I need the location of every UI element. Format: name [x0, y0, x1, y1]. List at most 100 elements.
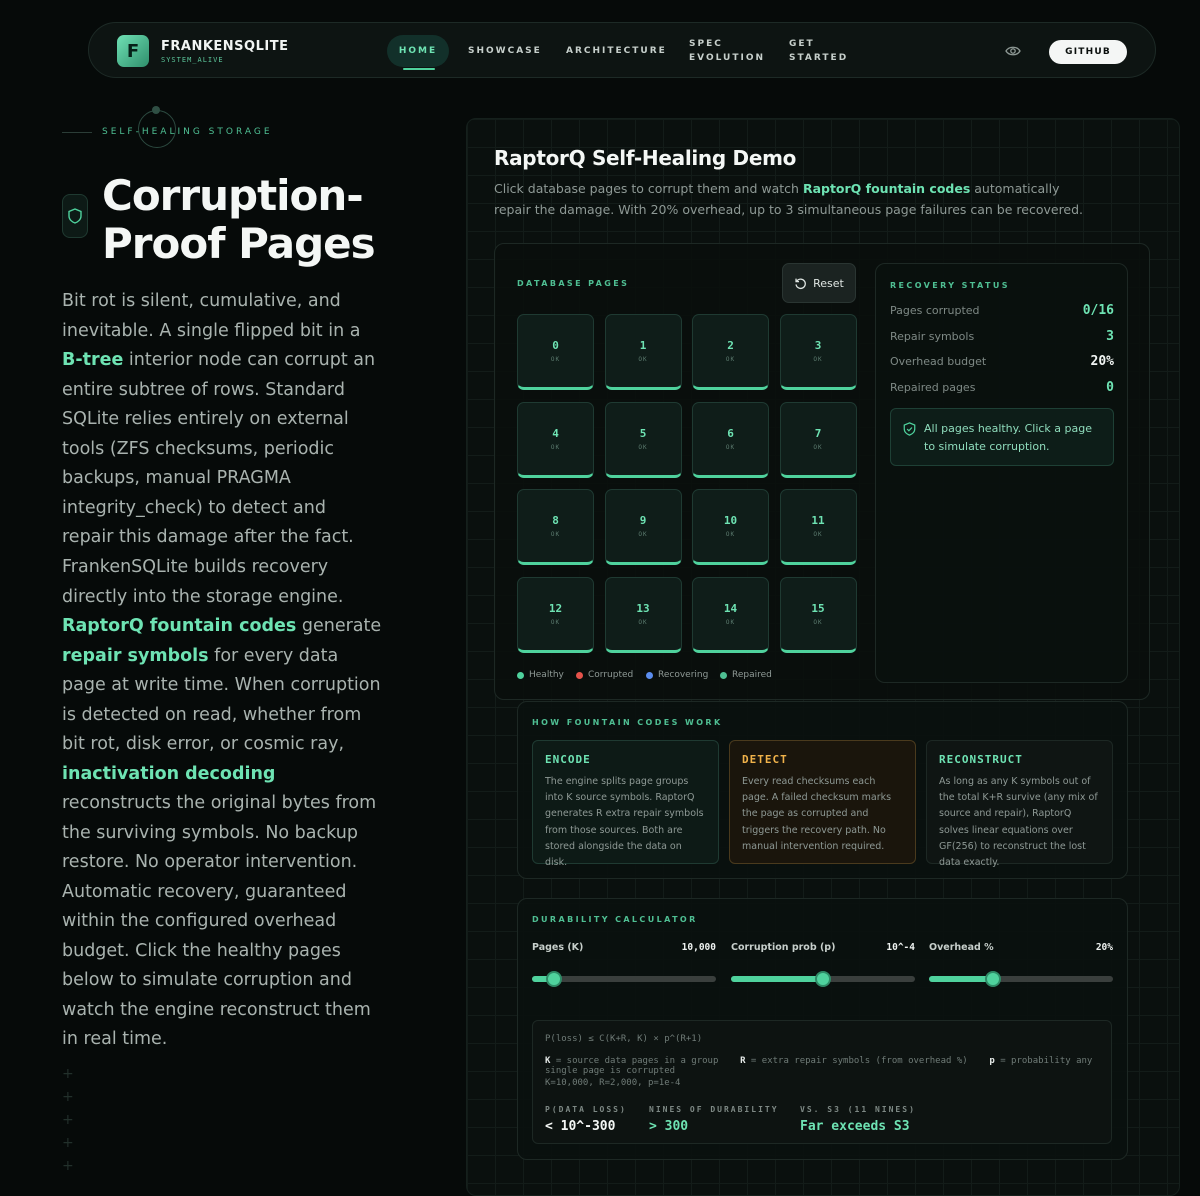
page-number: 11 [811, 514, 825, 527]
nav-home[interactable]: HOME [387, 35, 449, 67]
slider-thumb[interactable] [546, 971, 563, 987]
nav-spec-evolution[interactable]: SPEC EVOLUTION [689, 37, 769, 65]
demo-desc-text: Click database pages to corrupt them and… [494, 181, 803, 196]
formula-params: K=10,000, R=2,000, p=1e-4 [545, 1078, 681, 1088]
highlight-term[interactable]: RaptorQ fountain codes [62, 616, 296, 636]
page-tile-6[interactable]: 6 OK [692, 401, 769, 478]
fountain-card-title: DETECT [742, 753, 788, 766]
page-tile-1[interactable]: 1 OK [604, 314, 682, 390]
brand-name: FRANKENSQLITE [161, 39, 289, 54]
nav-architecture[interactable]: ARCHITECTURE [566, 44, 667, 58]
page-number: 13 [636, 601, 650, 615]
fountain-card-reconstruct: RECONSTRUCT As long as any K symbols out … [926, 740, 1113, 868]
page-tile-3[interactable]: 3 OK [779, 314, 857, 390]
result-label: NINES OF DURABILITY [649, 1105, 779, 1114]
pages-label: DATABASE PAGES [517, 279, 630, 288]
stat-label: Repaired pages [890, 380, 976, 394]
nav-showcase[interactable]: SHOWCASE [468, 44, 542, 58]
page-tile-9[interactable]: 9 OK [604, 489, 682, 565]
stat-label: Repair symbols [890, 329, 975, 343]
legend-label: Corrupted [588, 670, 634, 680]
page-tile-8[interactable]: 8 OK [517, 489, 594, 565]
plus-decoration: + [62, 1066, 74, 1082]
page-number: 4 [552, 426, 559, 440]
page-number: 6 [727, 426, 734, 440]
highlight-term[interactable]: repair symbols [62, 646, 209, 666]
reset-label: Reset [813, 276, 844, 290]
plus-decoration: + [62, 1158, 74, 1174]
health-message-text: All pages healthy. Click a page to simul… [924, 422, 1093, 453]
slider-value: 10,000 [681, 942, 716, 953]
fountain-codes-label: HOW FOUNTAIN CODES WORK [532, 718, 723, 727]
page-tile-10[interactable]: 10 OK [692, 489, 769, 565]
page-status: OK [550, 443, 561, 451]
formula: P(loss) ≤ C(K+R, K) × p^(R+1) [545, 1034, 703, 1044]
shield-check-icon [903, 422, 916, 436]
slider-track-3[interactable] [929, 971, 1113, 987]
demo-title: RaptorQ Self-Healing Demo [494, 146, 797, 170]
page-status: OK [638, 356, 648, 363]
legend-recovering: Recovering [646, 670, 708, 680]
page-tile-12[interactable]: 12 OK [517, 576, 594, 653]
fountain-card-body: Every read checksums each page. A failed… [742, 776, 892, 852]
slider-fill [731, 976, 823, 982]
page-status: OK [638, 531, 648, 538]
top-navbar: F FRANKENSQLITE SYSTEM_ALIVE HOME SHOWCA… [88, 22, 1156, 78]
stat-value: 3 [1106, 328, 1114, 344]
plus-decoration: + [62, 1112, 74, 1128]
page-tile-2[interactable]: 2 OK [692, 314, 769, 390]
page-status: OK [725, 356, 736, 363]
page-number: 15 [811, 601, 825, 615]
recovery-status-label: RECOVERY STATUS [890, 281, 1010, 290]
paragraph-text: interior node can corrupt an entire subt… [62, 350, 376, 547]
formula-spacer [718, 1056, 740, 1066]
eye-icon[interactable] [1005, 43, 1021, 59]
page-number: 12 [548, 601, 563, 615]
legend-healthy: Healthy [517, 670, 564, 680]
legend-dot [646, 671, 653, 679]
page-number: 9 [639, 514, 647, 527]
page-tile-4[interactable]: 4 OK [517, 401, 594, 478]
stat-value: 0 [1106, 379, 1114, 395]
legend-dot [517, 671, 524, 679]
page-tile-0[interactable]: 0 OK [517, 314, 594, 390]
page-tile-11[interactable]: 11 OK [779, 489, 857, 565]
slider-thumb[interactable] [815, 971, 831, 987]
eyebrow-dot-decoration [152, 106, 160, 114]
legend-label: Repaired [732, 670, 772, 680]
stat-label: Overhead budget [890, 355, 987, 368]
logo-icon[interactable]: F [117, 35, 149, 67]
plus-decoration: + [62, 1089, 74, 1105]
fountain-card-body: The engine splits page groups into K sou… [545, 776, 704, 869]
page-tile-7[interactable]: 7 OK [779, 401, 857, 478]
fountain-card-body: As long as any K symbols out of the tota… [939, 776, 1098, 869]
page-tile-5[interactable]: 5 OK [604, 401, 682, 478]
slider-track-1[interactable] [532, 971, 716, 987]
github-button[interactable]: GITHUB [1049, 40, 1127, 64]
slider-track-2[interactable] [731, 971, 915, 987]
nav-get-started[interactable]: GET STARTED [789, 37, 859, 65]
demo-desc-highlight[interactable]: RaptorQ fountain codes [803, 181, 970, 196]
legend-dot [720, 671, 727, 679]
fountain-card-detect: DETECT Every read checksums each page. A … [729, 740, 916, 864]
result-label: VS. S3 (11 NINES) [800, 1105, 916, 1114]
highlight-term[interactable]: inactivation decoding [62, 764, 275, 784]
section-eyebrow: SELF-HEALING STORAGE [102, 127, 273, 137]
page-status: OK [725, 443, 736, 451]
paragraph-text: generate [296, 616, 382, 636]
page-status: OK [813, 356, 823, 363]
health-message: All pages healthy. Click a page to simul… [890, 408, 1114, 466]
result-value: < 10^-300 [545, 1119, 616, 1134]
stat-overhead-budget: Overhead budget 20% [890, 354, 1114, 369]
highlight-term[interactable]: B-tree [62, 350, 123, 370]
page-tile-13[interactable]: 13 OK [604, 576, 682, 653]
page-number: 14 [723, 601, 738, 615]
page-status: OK [550, 356, 561, 363]
brand[interactable]: FRANKENSQLITE SYSTEM_ALIVE [161, 39, 288, 64]
page-title: Corruption-Proof Pages [102, 171, 376, 268]
page-tile-14[interactable]: 14 OK [692, 576, 769, 653]
page-tile-15[interactable]: 15 OK [779, 576, 857, 653]
reset-button[interactable]: Reset [782, 263, 856, 303]
legend-label: Healthy [529, 670, 564, 680]
page-status: OK [638, 443, 648, 451]
